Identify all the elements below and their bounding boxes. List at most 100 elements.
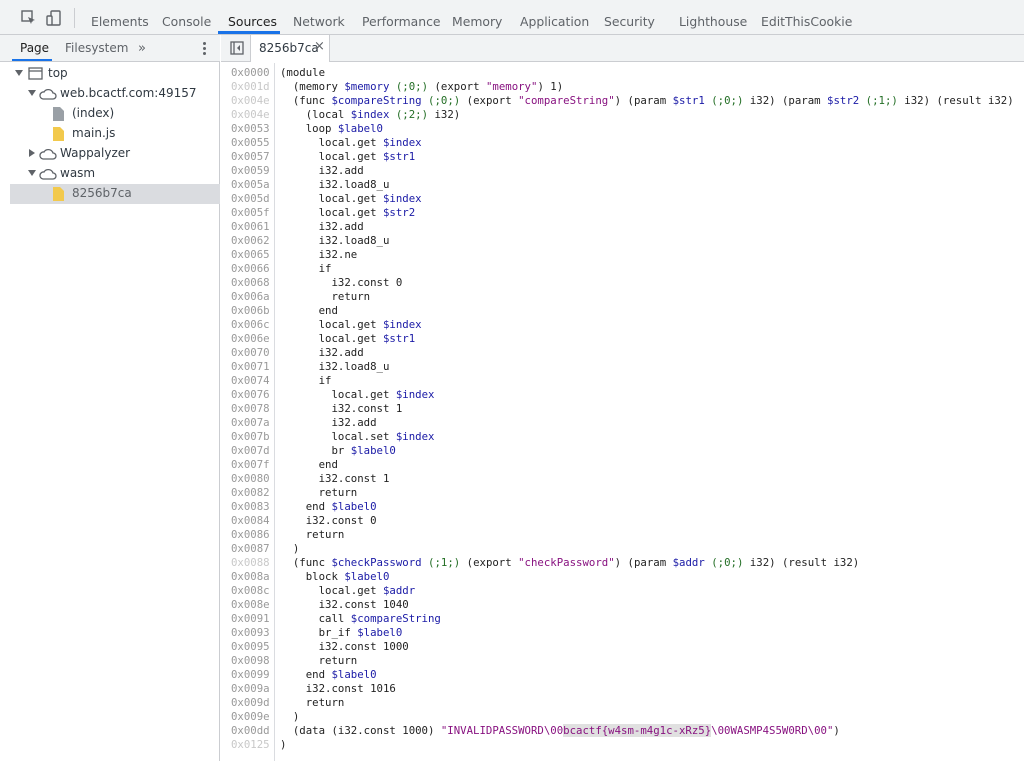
- line-address[interactable]: 0x0068: [231, 276, 273, 290]
- line-address[interactable]: 0x0061: [231, 220, 273, 234]
- line-address[interactable]: 0x007b: [231, 430, 273, 444]
- more-options-icon[interactable]: [203, 42, 207, 55]
- tab-sources[interactable]: Sources: [228, 0, 277, 34]
- tab-editthiscookie[interactable]: EditThisCookie: [761, 0, 852, 34]
- expand-arrow-icon[interactable]: [15, 70, 23, 76]
- code-line: 0x004e (func $compareString (;0;) (expor…: [221, 94, 1024, 108]
- line-address[interactable]: 0x0088: [231, 556, 273, 570]
- line-address[interactable]: 0x0091: [231, 612, 273, 626]
- line-address[interactable]: 0x0098: [231, 654, 273, 668]
- code-line: 0x008e i32.const 1040: [221, 598, 1024, 612]
- code-line: 0x0000 (module: [221, 66, 1024, 80]
- line-address[interactable]: 0x0082: [231, 486, 273, 500]
- code-line: 0x0070 i32.add: [221, 346, 1024, 360]
- editor-tab-8256b7ca[interactable]: 8256b7ca ×: [251, 35, 330, 62]
- line-address[interactable]: 0x001d: [231, 80, 273, 94]
- code-view[interactable]: 0x0000 (module 0x001d (memory $memory (;0;…: [221, 63, 1024, 761]
- code-line: 0x0098 return: [221, 654, 1024, 668]
- line-address[interactable]: 0x007f: [231, 458, 273, 472]
- line-address[interactable]: 0x008a: [231, 570, 273, 584]
- line-address[interactable]: 0x006a: [231, 290, 273, 304]
- line-address[interactable]: 0x004e: [231, 108, 273, 122]
- code-line: 0x0071 i32.load8_u: [221, 360, 1024, 374]
- line-address[interactable]: 0x00dd: [231, 724, 273, 738]
- line-address[interactable]: 0x006e: [231, 332, 273, 346]
- line-address[interactable]: 0x005a: [231, 178, 273, 192]
- line-address[interactable]: 0x004e: [231, 94, 273, 108]
- line-address[interactable]: 0x0065: [231, 248, 273, 262]
- device-toolbar-icon[interactable]: [45, 9, 63, 27]
- tab-page[interactable]: Page: [20, 35, 49, 61]
- tab-elements[interactable]: Elements: [91, 0, 149, 34]
- tree-item-main-js[interactable]: main.js: [10, 124, 220, 144]
- code-line: 0x0099 end $label0: [221, 668, 1024, 682]
- sources-navigator: Page Filesystem » top web.bcactf.com:491…: [0, 35, 220, 761]
- line-address[interactable]: 0x0071: [231, 360, 273, 374]
- line-address[interactable]: 0x0053: [231, 122, 273, 136]
- line-address[interactable]: 0x006b: [231, 304, 273, 318]
- code-line: 0x009a i32.const 1016: [221, 682, 1024, 696]
- line-address[interactable]: 0x008c: [231, 584, 273, 598]
- line-source: local.get $index: [280, 192, 422, 205]
- tab-console[interactable]: Console: [162, 0, 211, 34]
- code-line: 0x0076 local.get $index: [221, 388, 1024, 402]
- line-address[interactable]: 0x005f: [231, 206, 273, 220]
- code-line: 0x006a return: [221, 290, 1024, 304]
- navigator-tabs: Page Filesystem »: [0, 35, 220, 62]
- line-address[interactable]: 0x007d: [231, 444, 273, 458]
- line-address[interactable]: 0x0059: [231, 164, 273, 178]
- tree-item-label: 8256b7ca: [72, 186, 132, 200]
- line-address[interactable]: 0x0066: [231, 262, 273, 276]
- line-address[interactable]: 0x0070: [231, 346, 273, 360]
- line-address[interactable]: 0x0080: [231, 472, 273, 486]
- tab-security[interactable]: Security: [604, 0, 655, 34]
- line-source: local.get $str2: [280, 206, 416, 219]
- code-line: 0x0091 call $compareString: [221, 612, 1024, 626]
- toggle-navigator-icon[interactable]: [230, 41, 244, 55]
- line-address[interactable]: 0x0057: [231, 150, 273, 164]
- tree-item-top[interactable]: top: [10, 64, 220, 84]
- tab-performance[interactable]: Performance: [362, 0, 441, 34]
- line-address[interactable]: 0x0074: [231, 374, 273, 388]
- line-address[interactable]: 0x009e: [231, 710, 273, 724]
- line-address[interactable]: 0x009d: [231, 696, 273, 710]
- tree-item-wasm[interactable]: wasm: [10, 164, 220, 184]
- line-address[interactable]: 0x0062: [231, 234, 273, 248]
- active-tab-indicator: [218, 31, 280, 34]
- tab-lighthouse[interactable]: Lighthouse: [679, 0, 747, 34]
- line-address[interactable]: 0x0083: [231, 500, 273, 514]
- expand-arrow-icon[interactable]: [28, 170, 36, 176]
- collapse-arrow-icon[interactable]: [29, 149, 35, 157]
- inspect-element-icon[interactable]: [20, 9, 38, 27]
- line-address[interactable]: 0x0086: [231, 528, 273, 542]
- tab-filesystem[interactable]: Filesystem: [65, 35, 128, 61]
- tab-memory[interactable]: Memory: [452, 0, 502, 34]
- line-address[interactable]: 0x0000: [231, 66, 273, 80]
- line-address[interactable]: 0x005d: [231, 192, 273, 206]
- tab-network[interactable]: Network: [293, 0, 345, 34]
- line-address[interactable]: 0x0055: [231, 136, 273, 150]
- line-address[interactable]: 0x009a: [231, 682, 273, 696]
- line-address[interactable]: 0x007a: [231, 416, 273, 430]
- tree-item-index[interactable]: (index): [10, 104, 220, 124]
- close-icon[interactable]: ×: [314, 39, 325, 54]
- code-line: 0x0083 end $label0: [221, 500, 1024, 514]
- line-address[interactable]: 0x0084: [231, 514, 273, 528]
- line-address[interactable]: 0x0095: [231, 640, 273, 654]
- line-address[interactable]: 0x0093: [231, 626, 273, 640]
- line-address[interactable]: 0x0125: [231, 738, 273, 752]
- line-address[interactable]: 0x008e: [231, 598, 273, 612]
- line-address[interactable]: 0x0087: [231, 542, 273, 556]
- line-source: return: [280, 290, 371, 303]
- expand-arrow-icon[interactable]: [28, 90, 36, 96]
- line-address[interactable]: 0x0078: [231, 402, 273, 416]
- tree-item-origin[interactable]: web.bcactf.com:49157: [10, 84, 220, 104]
- toolbar-divider: [74, 8, 75, 28]
- more-tabs-button[interactable]: »: [138, 41, 146, 56]
- line-address[interactable]: 0x006c: [231, 318, 273, 332]
- tab-application[interactable]: Application: [520, 0, 589, 34]
- tree-item-wasm-module[interactable]: 8256b7ca: [10, 184, 220, 204]
- line-address[interactable]: 0x0076: [231, 388, 273, 402]
- line-address[interactable]: 0x0099: [231, 668, 273, 682]
- tree-item-wappalyzer[interactable]: Wappalyzer: [10, 144, 220, 164]
